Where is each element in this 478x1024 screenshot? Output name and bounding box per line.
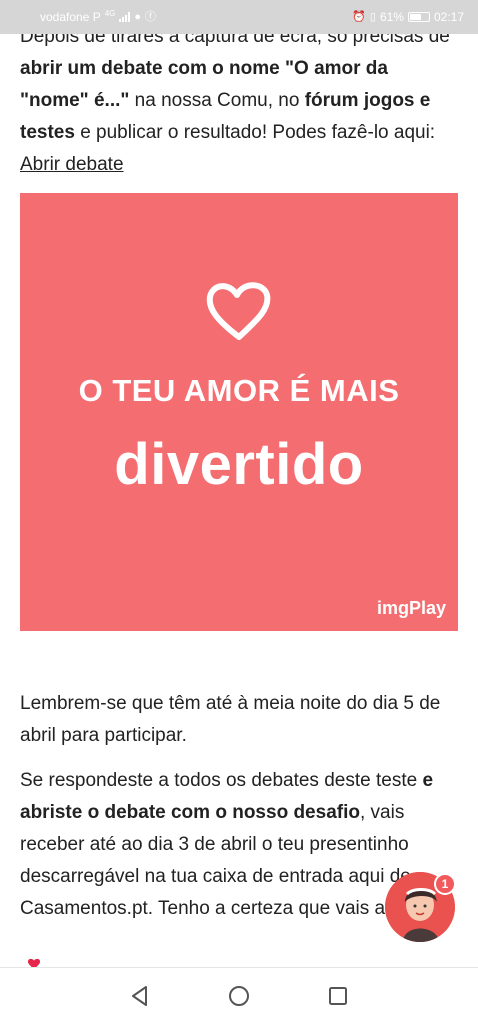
instructions-text-2: na nossa Comu, no	[129, 90, 305, 111]
network-type-label: 4G	[104, 9, 116, 18]
notification-badge: 1	[434, 873, 456, 895]
chat-bubble-icon: ●	[134, 10, 142, 23]
open-debate-link[interactable]: Abrir debate	[20, 154, 124, 175]
back-button[interactable]	[120, 976, 160, 1016]
banner-title: O TEU AMOR É MAIS	[78, 373, 400, 408]
vibrate-icon: ▯	[369, 10, 376, 23]
quiz-result-banner: O TEU AMOR É MAIS divertido imgPlay	[20, 193, 458, 631]
android-navigation-bar	[0, 967, 478, 1024]
heart-icon	[206, 282, 271, 340]
recents-square-icon	[329, 987, 348, 1005]
instructions-text-3: e publicar o resultado! Podes fazê-lo aq…	[74, 122, 436, 143]
recents-button[interactable]	[318, 976, 358, 1016]
carrier-label: vodafone P	[40, 10, 101, 24]
reward-text-1: Se respondeste a todos os debates deste …	[20, 770, 423, 791]
alarm-icon: ⏰	[352, 10, 366, 23]
back-triangle-icon	[131, 986, 147, 1006]
battery-icon	[407, 12, 430, 22]
home-circle-icon	[228, 986, 249, 1006]
home-button[interactable]	[219, 976, 259, 1016]
banner-highlight: divertido	[114, 432, 364, 497]
instructions-paragraph: Depois de tirares a captura de ecrã, só …	[20, 21, 460, 181]
signal-icon	[119, 12, 131, 22]
facebook-icon: ⓕ	[145, 10, 157, 23]
status-bar: vodafone P 4G ● ⓕ ⏰ ▯ 61% 02:17	[0, 0, 478, 34]
clock: 02:17	[433, 10, 464, 24]
imgplay-logo: imgPlay	[376, 598, 446, 618]
battery-percent: 61%	[379, 10, 404, 24]
deadline-paragraph: Lembrem-se que têm até à meia noite do d…	[20, 693, 441, 746]
